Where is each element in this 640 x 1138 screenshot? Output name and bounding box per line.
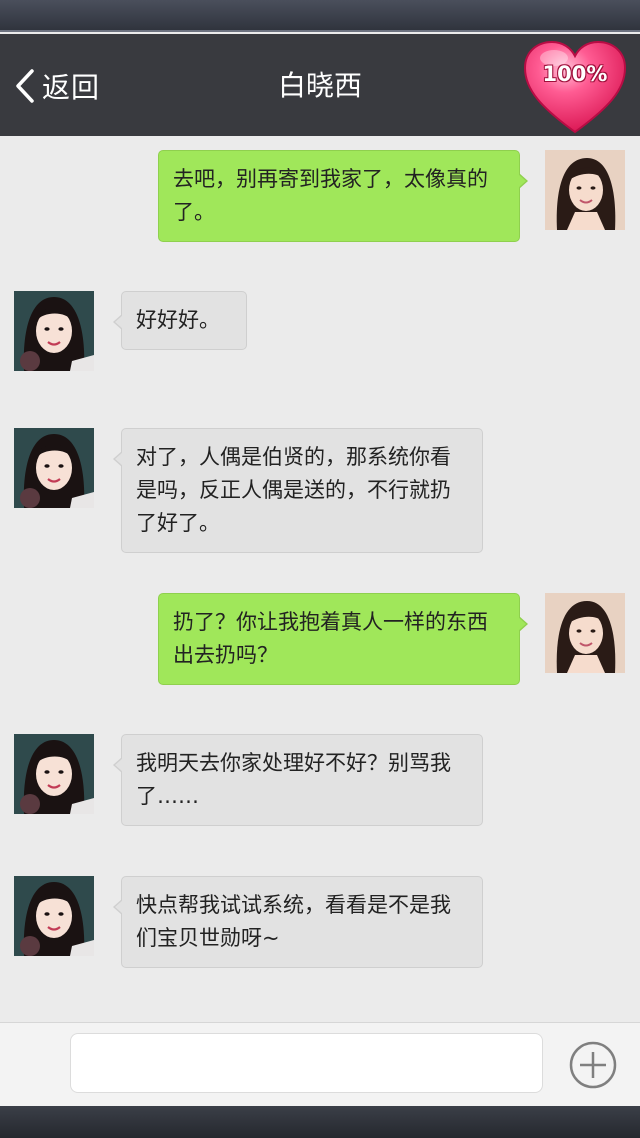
message-text: 快点帮我试试系统，看看是不是我们宝贝世勋呀~ (136, 893, 451, 950)
message-text: 对了，人偶是伯贤的，那系统你看是吗，反正人偶是送的，不行就扔了好了。 (136, 445, 451, 535)
message-bubble[interactable]: 快点帮我试试系统，看看是不是我们宝贝世勋呀~ (113, 876, 483, 968)
bottom-bar (0, 1106, 640, 1138)
avatar[interactable] (545, 593, 625, 673)
user-avatar-image (545, 593, 625, 673)
contact-avatar-image (14, 734, 94, 814)
avatar[interactable] (14, 428, 94, 508)
contact-avatar-image (14, 876, 94, 956)
message-text: 去吧，别再寄到我家了，太像真的了。 (173, 167, 488, 224)
message-bubble[interactable]: 扔了？你让我抱着真人一样的东西出去扔吗？ (158, 593, 528, 685)
nav-bar: 返回 白晓西 100% (0, 34, 640, 136)
message-bubble[interactable]: 去吧，别再寄到我家了，太像真的了。 (158, 150, 528, 242)
avatar[interactable] (14, 876, 94, 956)
message-input[interactable] (70, 1033, 543, 1093)
chat-area[interactable]: 去吧，别再寄到我家了，太像真的了。 好好好。 对了，人偶是伯贤的，那系统你看是吗… (0, 136, 640, 1022)
more-button[interactable] (568, 1040, 618, 1090)
status-bar (0, 0, 640, 32)
message-text: 我明天去你家处理好不好？别骂我了…… (136, 751, 451, 808)
avatar[interactable] (14, 291, 94, 371)
message-text: 好好好。 (136, 308, 220, 332)
contact-avatar-image (14, 291, 94, 371)
composer-bar (0, 1022, 640, 1107)
message-text: 扔了？你让我抱着真人一样的东西出去扔吗？ (173, 610, 488, 667)
heart-icon (523, 40, 627, 134)
plus-circle-icon (569, 1041, 617, 1089)
affection-percent: 100% (542, 62, 608, 86)
user-avatar-image (545, 150, 625, 230)
avatar[interactable] (545, 150, 625, 230)
message-bubble[interactable]: 我明天去你家处理好不好？别骂我了…… (113, 734, 483, 826)
contact-avatar-image (14, 428, 94, 508)
avatar[interactable] (14, 734, 94, 814)
message-bubble[interactable]: 好好好。 (113, 291, 247, 350)
affection-heart: 100% (522, 38, 628, 136)
message-bubble[interactable]: 对了，人偶是伯贤的，那系统你看是吗，反正人偶是送的，不行就扔了好了。 (113, 428, 483, 553)
